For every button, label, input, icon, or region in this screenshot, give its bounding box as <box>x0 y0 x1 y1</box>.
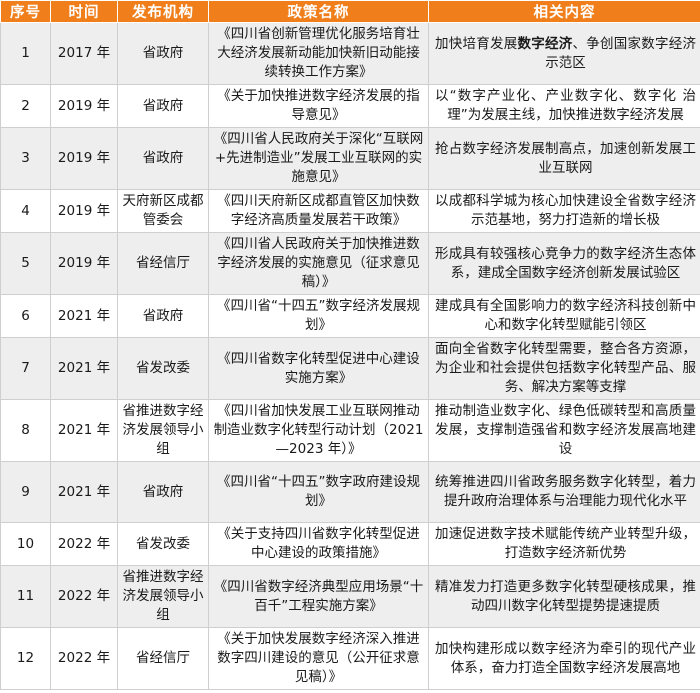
table-row: 5 2019 年 省经信厅 《四川省人民政府关于加快推进数字经济发展的实施意见（… <box>0 232 700 295</box>
row-index: 7 <box>0 337 51 400</box>
table-row: 6 2021 年 省政府 《四川省“十四五”数字经济发展规划》 建成具有全国影响… <box>0 294 700 338</box>
row-policy-name: 《关于支持四川省数字化转型促进中心建设的政策措施》 <box>208 522 429 566</box>
row-content: 抢占数字经济发展制高点，加速创新发展工业互联网 <box>428 127 700 190</box>
row-policy-name: 《四川省加快发展工业互联网推动制造业数字化转型行动计划（2021—2023 年）… <box>208 399 429 462</box>
row-org: 省政府 <box>117 461 209 523</box>
header-year: 时间 <box>50 0 118 23</box>
table-row: 3 2019 年 省政府 《四川省人民政府关于深化“互联网+先进制造业”发展工业… <box>0 127 700 190</box>
row-content: 加速促进数字技术赋能传统产业转型升级，打造数字经济新优势 <box>428 522 700 566</box>
row-index: 12 <box>0 627 51 690</box>
table-row: 7 2021 年 省发改委 《四川省数字化转型促进中心建设实施方案》 面向全省数… <box>0 337 700 400</box>
table-row: 12 2022 年 省经信厅 《关于加快发展数字经济深入推进数字四川建设的意见（… <box>0 627 700 690</box>
row-content: 面向全省数字化转型需要，整合各方资源，为企业和社会提供包括数字化转型产品、服务、… <box>428 337 700 400</box>
row-year: 2021 年 <box>50 461 118 523</box>
row-index: 4 <box>0 189 51 233</box>
content-highlight: 数字经济 <box>517 35 573 52</box>
row-index: 10 <box>0 522 51 566</box>
row-content: 以成都科学城为核心加快建设全省数字经济示范基地，努力打造新的增长极 <box>428 189 700 233</box>
table-header-row: 序号 时间 发布机构 政策名称 相关内容 <box>0 0 700 23</box>
header-org: 发布机构 <box>117 0 209 23</box>
row-year: 2022 年 <box>50 627 118 690</box>
row-content: 以“数字产业化、产业数字化、数字化 治理”为发展主线，加快推进数字经济发展 <box>428 84 700 128</box>
row-policy-name: 《四川省人民政府关于加快推进数字经济发展的实施意见（征求意见稿）》 <box>208 232 429 295</box>
row-policy-name: 《关于加快推进数字经济发展的指导意见》 <box>208 84 429 128</box>
row-year: 2021 年 <box>50 294 118 338</box>
header-content: 相关内容 <box>428 0 700 23</box>
table-row: 4 2019 年 天府新区成都管委会 《四川天府新区成都直管区加快数字经济高质量… <box>0 189 700 233</box>
row-policy-name: 《四川省“十四五”数字经济发展规划》 <box>208 294 429 338</box>
table-row: 2 2019 年 省政府 《关于加快推进数字经济发展的指导意见》 以“数字产业化… <box>0 84 700 128</box>
row-year: 2019 年 <box>50 84 118 128</box>
table-row: 8 2021 年 省推进数字经济发展领导小组 《四川省加快发展工业互联网推动制造… <box>0 399 700 462</box>
row-index: 3 <box>0 127 51 190</box>
row-index: 8 <box>0 399 51 462</box>
table-row: 11 2022 年 省推进数字经济发展领导小组 《四川省数字经济典型应用场景“十… <box>0 565 700 628</box>
row-content: 推动制造业数字化、绿色低碳转型和高质量发展，支撑制造强省和数字经济发展高地建设 <box>428 399 700 462</box>
row-year: 2022 年 <box>50 522 118 566</box>
row-policy-name: 《四川省“十四五”数字政府建设规划》 <box>208 461 429 523</box>
row-year: 2021 年 <box>50 399 118 462</box>
row-year: 2019 年 <box>50 127 118 190</box>
row-content: 统筹推进四川省政务服务数字化转型，着力提升政府治理体系与治理能力现代化水平 <box>428 461 700 523</box>
row-index: 11 <box>0 565 51 628</box>
row-index: 2 <box>0 84 51 128</box>
row-policy-name: 《四川省数字化转型促进中心建设实施方案》 <box>208 337 429 400</box>
row-content: 精准发力打造更多数字化转型硬核成果，推动四川数字化转型提势提速提质 <box>428 565 700 628</box>
row-index: 5 <box>0 232 51 295</box>
row-content: 加快培育发展数字经济、争创国家数字经济示范区 <box>428 22 700 85</box>
row-org: 省推进数字经济发展领导小组 <box>117 399 209 462</box>
row-org: 省政府 <box>117 22 209 85</box>
row-policy-name: 《四川省创新管理优化服务培育壮大经济发展新动能加快新旧动能接续转换工作方案》 <box>208 22 429 85</box>
row-org: 省政府 <box>117 294 209 338</box>
table-row: 1 2017 年 省政府 《四川省创新管理优化服务培育壮大经济发展新动能加快新旧… <box>0 22 700 85</box>
row-year: 2017 年 <box>50 22 118 85</box>
row-policy-name: 《关于加快发展数字经济深入推进数字四川建设的意见（公开征求意见稿）》 <box>208 627 429 690</box>
row-year: 2019 年 <box>50 232 118 295</box>
row-index: 6 <box>0 294 51 338</box>
row-org: 省推进数字经济发展领导小组 <box>117 565 209 628</box>
row-year: 2019 年 <box>50 189 118 233</box>
header-index: 序号 <box>0 0 51 23</box>
row-content: 形成具有较强核心竞争力的数字经济生态体系，建成全国数字经济创新发展试验区 <box>428 232 700 295</box>
content-text: 加快培育发展 <box>435 35 518 52</box>
row-org: 省经信厅 <box>117 627 209 690</box>
row-org: 省政府 <box>117 127 209 190</box>
row-org: 天府新区成都管委会 <box>117 189 209 233</box>
row-org: 省发改委 <box>117 337 209 400</box>
table-row: 10 2022 年 省发改委 《关于支持四川省数字化转型促进中心建设的政策措施》… <box>0 522 700 566</box>
policy-table: 序号 时间 发布机构 政策名称 相关内容 1 2017 年 省政府 《四川省创新… <box>0 0 700 690</box>
row-year: 2021 年 <box>50 337 118 400</box>
row-policy-name: 《四川省数字经济典型应用场景“十百千”工程实施方案》 <box>208 565 429 628</box>
table-row: 9 2021 年 省政府 《四川省“十四五”数字政府建设规划》 统筹推进四川省政… <box>0 461 700 523</box>
row-year: 2022 年 <box>50 565 118 628</box>
row-index: 1 <box>0 22 51 85</box>
row-index: 9 <box>0 461 51 523</box>
row-org: 省政府 <box>117 84 209 128</box>
row-policy-name: 《四川天府新区成都直管区加快数字经济高质量发展若干政策》 <box>208 189 429 233</box>
row-org: 省经信厅 <box>117 232 209 295</box>
row-content: 加快构建形成以数字经济为牵引的现代产业体系，奋力打造全国数字经济发展高地 <box>428 627 700 690</box>
row-content: 建成具有全国影响力的数字经济科技创新中心和数字化转型赋能引领区 <box>428 294 700 338</box>
row-policy-name: 《四川省人民政府关于深化“互联网+先进制造业”发展工业互联网的实施意见》 <box>208 127 429 190</box>
row-org: 省发改委 <box>117 522 209 566</box>
header-policy-name: 政策名称 <box>208 0 429 23</box>
